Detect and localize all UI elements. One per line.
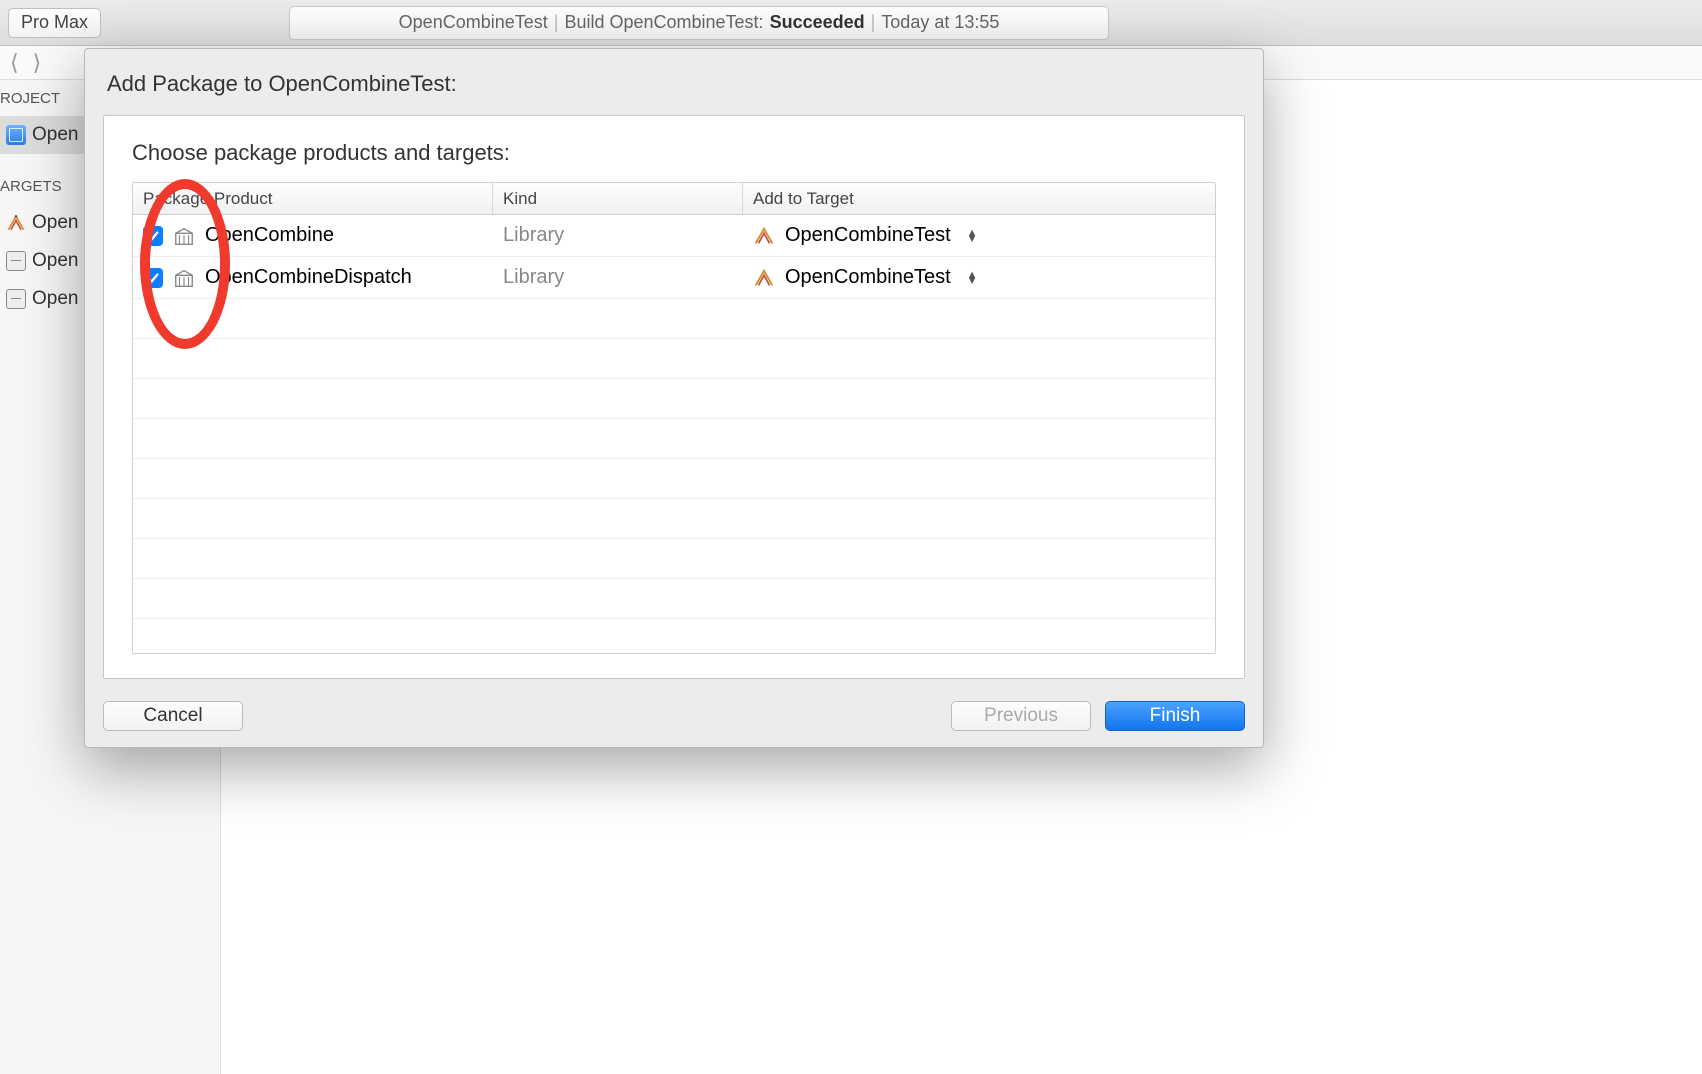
activity-time: Today at 13:55 <box>881 12 999 33</box>
product-kind: Library <box>493 215 743 256</box>
activity-scheme: OpenCombineTest <box>399 12 548 33</box>
device-label: Pro Max <box>21 12 88 33</box>
project-icon <box>6 125 26 145</box>
dialog-body: Choose package products and targets: Pac… <box>103 115 1245 679</box>
dialog-button-bar: Cancel Previous Finish <box>103 701 1245 731</box>
sidebar-item-target[interactable]: Open <box>0 242 90 280</box>
table-body: OpenCombine Library OpenCombineTest ▲▼ <box>133 215 1215 653</box>
activity-separator: | <box>554 12 559 33</box>
stepper-icon: ▲▼ <box>967 272 978 284</box>
nav-forward-icon[interactable]: ⟩ <box>31 50 44 76</box>
top-toolbar: Pro Max OpenCombineTest | Build OpenComb… <box>0 0 1702 46</box>
table-row <box>133 419 1215 459</box>
sidebar-item-label: Open <box>32 288 78 310</box>
finish-button[interactable]: Finish <box>1105 701 1245 731</box>
row-checkbox[interactable] <box>143 226 163 246</box>
product-kind: Library <box>493 257 743 298</box>
column-header-kind[interactable]: Kind <box>493 183 743 214</box>
activity-separator: | <box>871 12 876 33</box>
previous-button[interactable]: Previous <box>951 701 1091 731</box>
sidebar-item-target[interactable]: Open <box>0 280 90 318</box>
package-products-table: Package Product Kind Add to Target OpenC… <box>132 182 1216 654</box>
activity-build-prefix: Build OpenCombineTest: <box>564 12 763 33</box>
target-name: OpenCombineTest <box>785 224 951 247</box>
table-row[interactable]: OpenCombineDispatch Library OpenCombineT… <box>133 257 1215 299</box>
column-header-product[interactable]: Package Product <box>133 183 493 214</box>
library-icon <box>173 267 195 289</box>
activity-viewer[interactable]: OpenCombineTest | Build OpenCombineTest:… <box>289 6 1109 40</box>
sidebar-item-project[interactable]: Open <box>0 116 90 154</box>
cancel-button[interactable]: Cancel <box>103 701 243 731</box>
activity-status: Succeeded <box>770 12 865 33</box>
column-header-target[interactable]: Add to Target <box>743 183 1215 214</box>
target-name: OpenCombineTest <box>785 266 951 289</box>
dialog-subtitle: Choose package products and targets: <box>132 140 1216 166</box>
sidebar-item-label: Open <box>32 250 78 272</box>
table-header: Package Product Kind Add to Target <box>133 183 1215 215</box>
nav-back-icon[interactable]: ⟨ <box>8 50 21 76</box>
app-target-icon <box>6 213 26 233</box>
sidebar-item-label: Open <box>32 124 78 146</box>
target-selector[interactable]: OpenCombineTest ▲▼ <box>743 257 1215 298</box>
product-name: OpenCombine <box>205 224 334 247</box>
section-header-project: ROJECT <box>0 80 90 116</box>
table-row <box>133 579 1215 619</box>
sidebar-item-label: Open <box>32 212 78 234</box>
target-selector[interactable]: OpenCombineTest ▲▼ <box>743 215 1215 256</box>
app-target-icon <box>753 267 775 289</box>
section-header-targets: ARGETS <box>0 168 90 204</box>
table-row[interactable]: OpenCombine Library OpenCombineTest ▲▼ <box>133 215 1215 257</box>
table-row <box>133 459 1215 499</box>
dialog-title: Add Package to OpenCombineTest: <box>103 71 1245 97</box>
table-row <box>133 539 1215 579</box>
table-row <box>133 339 1215 379</box>
add-package-dialog: Add Package to OpenCombineTest: Choose p… <box>84 48 1264 748</box>
stepper-icon: ▲▼ <box>967 230 978 242</box>
table-row <box>133 299 1215 339</box>
test-target-icon <box>6 289 26 309</box>
table-row <box>133 499 1215 539</box>
device-selector[interactable]: Pro Max <box>8 8 101 38</box>
sidebar-item-target[interactable]: Open <box>0 204 90 242</box>
product-name: OpenCombineDispatch <box>205 266 412 289</box>
table-row <box>133 379 1215 419</box>
app-target-icon <box>753 225 775 247</box>
library-icon <box>173 225 195 247</box>
row-checkbox[interactable] <box>143 268 163 288</box>
navigator-sidebar: ROJECT Open ARGETS Open Open Open <box>0 80 90 318</box>
test-target-icon <box>6 251 26 271</box>
